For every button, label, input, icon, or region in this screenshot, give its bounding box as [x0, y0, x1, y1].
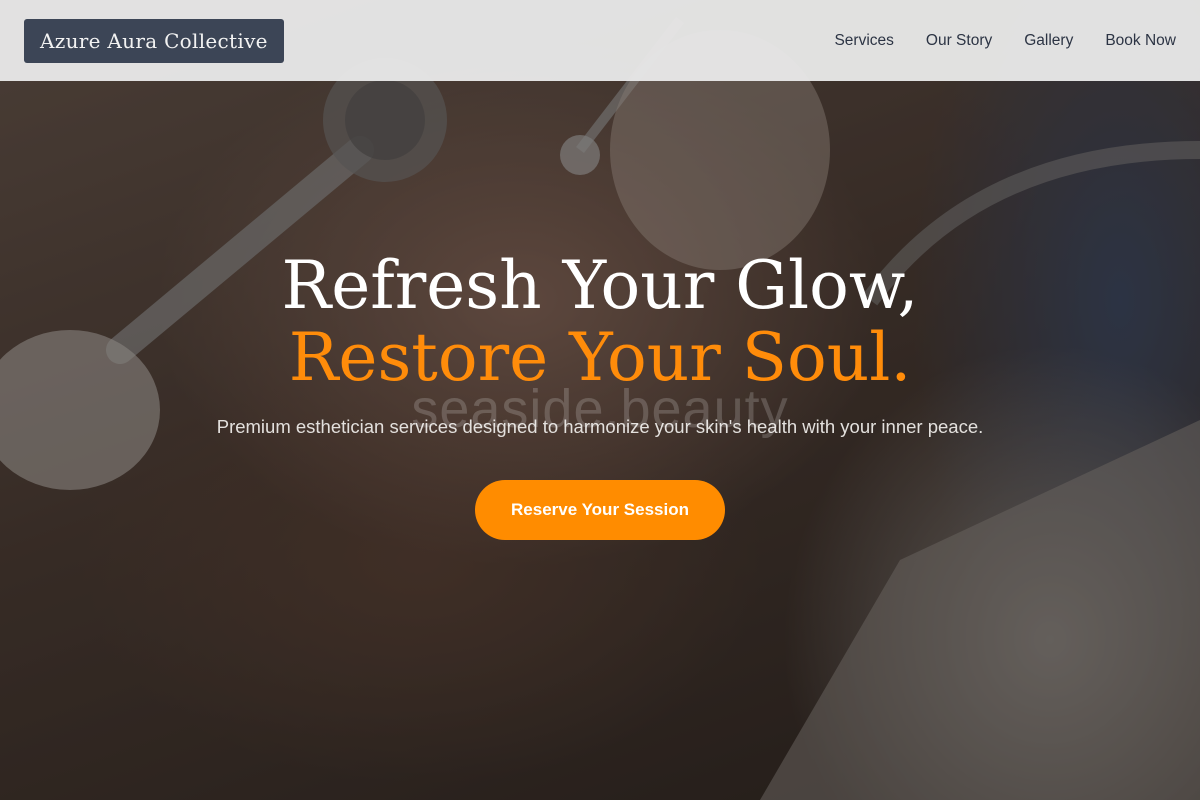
- site-header: Azure Aura Collective Services Our Story…: [0, 0, 1200, 81]
- reserve-session-button[interactable]: Reserve Your Session: [475, 480, 725, 540]
- nav-link-gallery[interactable]: Gallery: [1024, 32, 1073, 50]
- headline-line-2: Restore Your Soul.: [288, 319, 912, 396]
- nav-link-services[interactable]: Services: [834, 32, 893, 50]
- hero-headline: Refresh Your Glow, Restore Your Soul.: [0, 250, 1200, 394]
- headline-line-1: Refresh Your Glow,: [281, 247, 919, 324]
- nav-link-our-story[interactable]: Our Story: [926, 32, 992, 50]
- main-nav: Services Our Story Gallery Book Now: [834, 32, 1176, 50]
- hero-section: seaside.beauty Refresh Your Glow, Restor…: [0, 250, 1200, 540]
- nav-link-book-now[interactable]: Book Now: [1105, 32, 1176, 50]
- brand-logo[interactable]: Azure Aura Collective: [24, 18, 284, 63]
- hero-subtitle: Premium esthetician services designed to…: [216, 416, 984, 437]
